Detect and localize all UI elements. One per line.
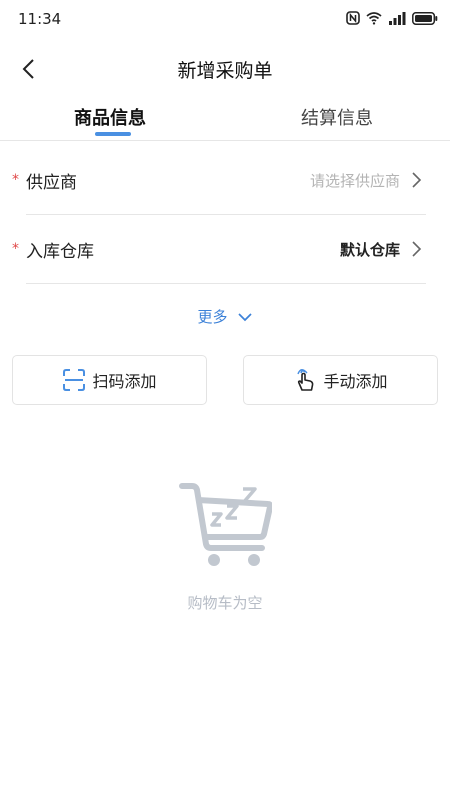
divider	[26, 283, 426, 284]
manual-add-button[interactable]: 手动添加	[243, 355, 438, 405]
warehouse-value: 默认仓库	[339, 241, 400, 259]
wifi-icon	[366, 12, 382, 25]
required-mark: *	[12, 241, 19, 257]
chevron-right-icon	[412, 172, 422, 188]
status-time: 11:34	[18, 10, 62, 28]
empty-cart-text: 购物车为空	[187, 594, 263, 612]
warehouse-field[interactable]: * 入库仓库 默认仓库	[12, 215, 426, 284]
nfc-icon	[346, 11, 360, 25]
chevron-right-icon	[412, 241, 422, 257]
required-mark: *	[12, 172, 19, 188]
active-tab-indicator	[95, 132, 131, 136]
scan-add-button[interactable]: 扫码添加	[12, 355, 207, 405]
more-label: 更多	[197, 308, 228, 326]
supplier-field[interactable]: * 供应商 请选择供应商	[12, 146, 426, 215]
warehouse-label: 入库仓库	[26, 242, 94, 262]
navigation-bar: 新增采购单	[0, 48, 450, 90]
tab-settlement-info[interactable]: 结算信息	[301, 104, 373, 130]
page-title: 新增采购单	[177, 60, 273, 82]
tab-bar: 商品信息 结算信息	[0, 100, 450, 141]
status-bar: 11:34	[0, 0, 450, 40]
supplier-placeholder: 请选择供应商	[309, 172, 400, 190]
scan-add-label: 扫码添加	[92, 372, 157, 391]
manual-add-label: 手动添加	[323, 372, 388, 391]
scan-icon	[63, 369, 86, 391]
tab-goods-info[interactable]: 商品信息	[74, 104, 146, 130]
battery-icon	[412, 11, 438, 25]
chevron-down-icon	[237, 312, 252, 321]
signal-icon	[389, 12, 406, 25]
more-toggle[interactable]: 更多	[0, 306, 450, 334]
system-icons	[346, 11, 438, 25]
supplier-label: 供应商	[26, 173, 77, 193]
sleeping-cart-icon	[179, 483, 272, 566]
hand-tap-icon	[297, 369, 314, 391]
